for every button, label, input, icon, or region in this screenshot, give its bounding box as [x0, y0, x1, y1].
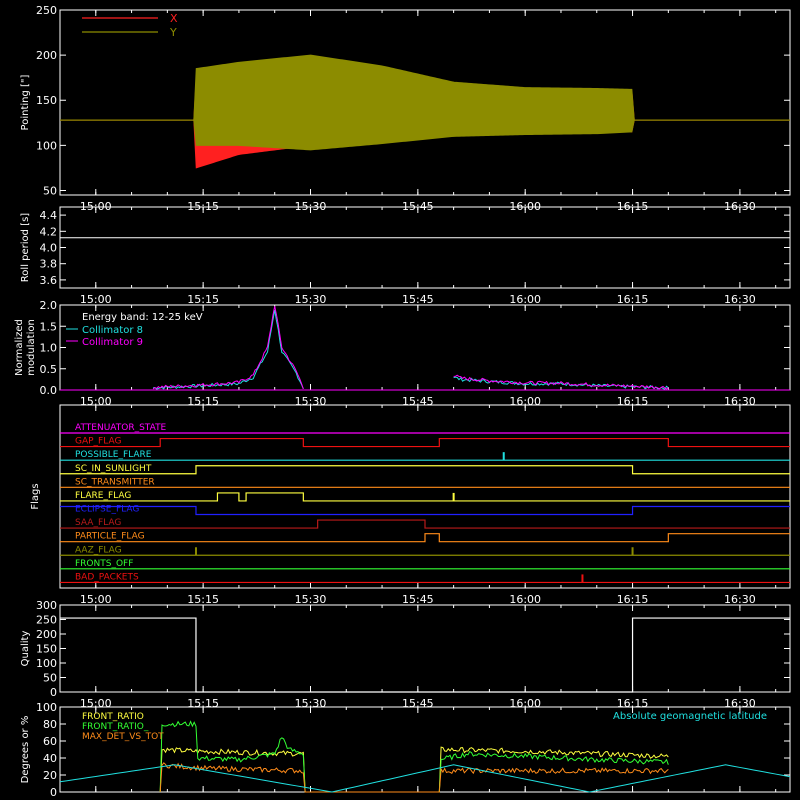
flag-label-bad-packets: BAD_PACKETS: [75, 572, 139, 582]
legend-label-x: X: [170, 12, 178, 25]
x-tick-label: 15:45: [402, 593, 434, 606]
y-tick-label: 0: [50, 786, 57, 799]
y-tick-label: 50: [43, 184, 57, 197]
y-tick-label: 40: [43, 752, 57, 765]
y-tick-label: 250: [36, 4, 57, 17]
panel-flags: 15:00 15:15 15:30 15:45 16:00 16:15 16:30 Flags…: [30, 404, 791, 606]
flag-label-fronts-off: FRONTS_OFF: [75, 559, 133, 569]
y-tick-label: 20: [43, 769, 57, 782]
ratio-series-3: [59, 764, 791, 793]
x-tick-label: 15:00: [80, 293, 112, 306]
y-tick-label: 4.2: [40, 225, 58, 238]
y-tick-label: 80: [43, 718, 57, 731]
panel-quality: 15:00 15:15 15:30 15:45 16:00 16:15 16:30Quali…: [20, 599, 791, 710]
y-tick-label: 2.0: [40, 299, 58, 312]
y-axis-label-line1: Normalized: [14, 319, 25, 376]
flag-label-flare-flag: FLARE_FLAG: [75, 491, 131, 501]
x-tick-label: 15:15: [187, 593, 219, 606]
flag-line-eclipse-flag: [60, 505, 790, 516]
flag-label-gap-flag: GAP_FLAG: [75, 437, 121, 447]
y-axis-label: Degrees or %: [20, 716, 31, 784]
y-axis-label: Roll period [s]: [20, 213, 31, 282]
legend-label-collimator-9: Collimator 9: [82, 337, 143, 348]
x-tick-label: 15:30: [295, 593, 327, 606]
y-tick-label: 250: [36, 614, 57, 627]
y-tick-label: 100: [36, 657, 57, 670]
flag-label-particle-flag: PARTICLE_FLAG: [75, 532, 145, 542]
y-axis-label: Flags: [30, 483, 41, 509]
energy-band-annotation: Energy band: 12-25 keV: [82, 312, 203, 323]
ratio-series-1: [159, 720, 669, 793]
flag-line-particle-flag: [60, 533, 790, 543]
panel-roll: 15:00 15:15 15:30 15:45 16:00 16:15 16:30 Roll …: [20, 206, 791, 306]
y-tick-label: 50: [43, 672, 57, 685]
y-tick-label: 4.0: [40, 242, 58, 255]
series-y-envelope: [60, 54, 790, 151]
y-tick-label: 200: [36, 628, 57, 641]
flag-label-aaz-flag: AAZ_FLAG: [75, 545, 122, 555]
y-tick-label: 3.6: [40, 274, 58, 287]
flag-label-sc-transmitter: SC_TRANSMITTER: [75, 477, 155, 487]
legend-label-0: FRONT_RATIO: [82, 712, 144, 722]
y-tick-label: 0.0: [40, 384, 58, 397]
flag-label-saa-flag: SAA_FLAG: [75, 518, 121, 528]
y-tick-label: 4.4: [40, 209, 58, 222]
y-tick-label: 0: [50, 686, 57, 699]
flag-label-possible-flare: POSSIBLE_FLARE: [75, 450, 152, 460]
x-tick-label: 16:15: [617, 593, 649, 606]
legend-label-2: MAX_DET_VS_TOT: [82, 732, 164, 742]
flag-label-eclipse-flag: ECLIPSE_FLAG: [75, 505, 139, 515]
legend-label-geomagnetic: Absolute geomagnetic latitude: [613, 711, 767, 722]
y-tick-label: 300: [36, 599, 57, 612]
y-axis-label-line2: modulation: [26, 319, 37, 376]
x-tick-label: 15:15: [187, 293, 219, 306]
quality-line: [60, 617, 790, 693]
y-tick-label: 3.8: [40, 258, 58, 271]
legend-label-collimator-8: Collimator 8: [82, 325, 143, 336]
legend-label-1: FRONT_RATIO_: [82, 722, 149, 732]
x-tick-label: 15:00: [80, 593, 112, 606]
timeline-figure: 15:00 15:15 15:30 15:45 16:00 16:15 16:30 Point…: [14, 4, 791, 799]
x-tick-label: 16:30: [724, 593, 756, 606]
x-tick-label: 15:45: [402, 293, 434, 306]
flag-label-sc-in-sunlight: SC_IN_SUNLIGHT: [75, 464, 152, 474]
flag-line-saa-flag: [60, 519, 790, 529]
ratio-series-2: [159, 762, 669, 793]
y-tick-label: 100: [36, 139, 57, 152]
y-tick-label: 1.0: [40, 342, 58, 355]
flag-line-gap-flag: [60, 437, 790, 448]
flag-label-attenuator-state: ATTENUATOR_STATE: [75, 423, 167, 433]
panel-modulation: 15:00 15:15 15:30 15:45 16:00 16:15 16:30Norma…: [14, 299, 791, 408]
y-axis-label: Quality: [20, 631, 31, 667]
x-tick-label: 16:30: [724, 293, 756, 306]
panel-frame: [59, 206, 791, 289]
flag-line-sc-in-sunlight: [60, 465, 790, 475]
y-tick-label: 100: [36, 701, 57, 714]
y-tick-label: 150: [36, 643, 57, 656]
x-tick-label: 15:30: [295, 293, 327, 306]
flag-line-flare-flag: [60, 492, 790, 502]
y-axis-label: Pointing ["]: [20, 74, 31, 130]
y-tick-label: 1.5: [40, 320, 58, 333]
y-tick-label: 60: [43, 735, 57, 748]
x-tick-label: 16:00: [509, 593, 541, 606]
legend-label-y: Y: [169, 26, 177, 39]
panel-ratios: Degrees or % 0 20 40 60 80 100 FRONT_RATIOFRONT…: [20, 701, 791, 799]
x-tick-label: 16:00: [509, 293, 541, 306]
y-tick-label: 0.5: [40, 363, 58, 376]
plot-layer: 15:00 15:15 15:30 15:45 16:00 16:15 16:30 Point…: [14, 4, 791, 799]
panel-pointing: 15:00 15:15 15:30 15:45 16:00 16:15 16:30Point…: [20, 4, 791, 213]
x-tick-label: 16:15: [617, 293, 649, 306]
y-tick-label: 200: [36, 49, 57, 62]
y-tick-label: 150: [36, 94, 57, 107]
